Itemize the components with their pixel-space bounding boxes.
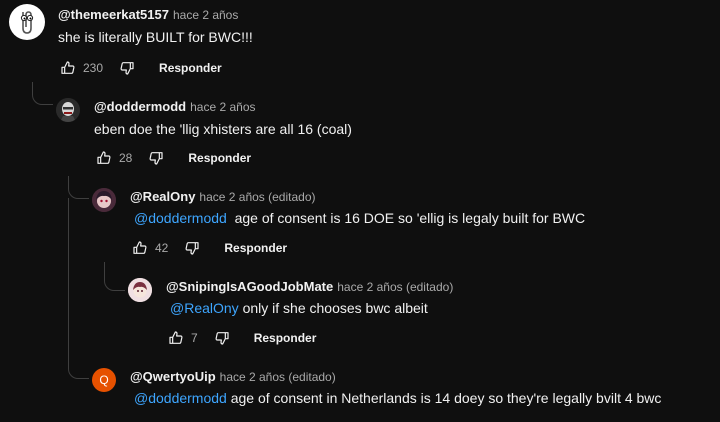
comment-author[interactable]: @doddermodd hace 2 años <box>94 99 256 114</box>
comment-reply: @doddermodd hace 2 años eben doe the 'lli… <box>0 92 720 182</box>
avatar[interactable]: Q <box>92 368 116 392</box>
thumbs-down-icon <box>120 62 134 75</box>
comment-text: @RealOny only if she chooses bwc albeit <box>170 300 428 316</box>
comment-timestamp[interactable]: hace 2 años (editado) <box>337 280 453 294</box>
reply-button[interactable]: Responder <box>254 331 317 345</box>
comment-timestamp[interactable]: hace 2 años (editado) <box>199 190 315 204</box>
comment-author[interactable]: @themeerkat5157 hace 2 años <box>58 7 238 22</box>
avatar[interactable] <box>56 98 80 122</box>
author-handle[interactable]: @themeerkat5157 <box>58 7 169 22</box>
comment-actions: 7 Responder <box>166 328 316 348</box>
comment-author[interactable]: @SnipingIsAGoodJobMate hace 2 años (edita… <box>166 279 453 294</box>
comment-body: only if she chooses bwc albeit <box>242 300 428 316</box>
author-handle[interactable]: @SnipingIsAGoodJobMate <box>166 279 333 294</box>
mention-link[interactable]: @doddermodd <box>134 210 227 226</box>
reply-button[interactable]: Responder <box>188 151 251 165</box>
comment-text: @doddermodd age of consent is 16 DOE so … <box>134 210 585 226</box>
avatar[interactable] <box>92 188 116 212</box>
reply-button[interactable]: Responder <box>224 241 287 255</box>
avatar[interactable] <box>9 4 45 40</box>
comment-actions: 230 Responder <box>58 58 222 78</box>
thumbs-up-icon <box>169 331 183 344</box>
dislike-button[interactable] <box>182 238 202 258</box>
comment-body: age of consent in Netherlands is 14 doey… <box>230 390 662 406</box>
dislike-button[interactable] <box>146 148 166 168</box>
comment-author[interactable]: @QwertyoUip hace 2 años (editado) <box>130 369 336 384</box>
like-button[interactable] <box>94 148 114 168</box>
comment-body: age of consent is 16 DOE so 'ellig is le… <box>234 210 586 226</box>
mention-link[interactable]: @doddermodd <box>134 390 227 406</box>
thumbs-down-icon <box>149 152 163 165</box>
like-count: 42 <box>155 241 169 255</box>
like-count: 7 <box>191 331 198 345</box>
comment-timestamp[interactable]: hace 2 años <box>173 8 238 22</box>
thumbs-up-icon <box>133 241 147 254</box>
avatar-letter: Q <box>99 373 109 387</box>
author-handle[interactable]: @RealOny <box>130 189 195 204</box>
comment-reply: Q @QwertyoUip hace 2 años (editado) @dodd… <box>0 362 720 422</box>
like-button[interactable] <box>130 238 150 258</box>
comment-author[interactable]: @RealOny hace 2 años (editado) <box>130 189 316 204</box>
reply-button[interactable]: Responder <box>159 61 222 75</box>
paperclip-icon <box>20 11 34 34</box>
thumbs-up-icon <box>61 61 75 74</box>
comment-text: eben doe the 'llig xhisters are all 16 (… <box>94 121 352 137</box>
comment-timestamp[interactable]: hace 2 años <box>190 100 255 114</box>
comment-reply: @SnipingIsAGoodJobMate hace 2 años (edita… <box>0 272 720 362</box>
thumbs-down-icon <box>185 242 199 255</box>
avatar[interactable] <box>128 278 152 302</box>
author-handle[interactable]: @QwertyoUip <box>130 369 216 384</box>
masked-figure-icon <box>56 98 80 122</box>
like-button[interactable] <box>166 328 186 348</box>
comment-actions: 42 Responder <box>130 238 287 258</box>
thumbs-up-icon <box>97 151 111 164</box>
dislike-button[interactable] <box>212 328 232 348</box>
comment-text: @doddermodd age of consent in Netherland… <box>134 390 661 406</box>
anime-avatar-icon <box>92 188 116 212</box>
like-count: 230 <box>83 61 104 75</box>
dislike-button[interactable] <box>117 58 137 78</box>
comment: @themeerkat5157 hace 2 años she is litera… <box>0 0 720 90</box>
comment-actions: 28 Responder <box>94 148 251 168</box>
like-count: 28 <box>119 151 133 165</box>
like-button[interactable] <box>58 58 78 78</box>
thumbs-down-icon <box>215 332 229 345</box>
comment-reply: @RealOny hace 2 años (editado) @doddermod… <box>0 182 720 272</box>
mention-link[interactable]: @RealOny <box>170 300 239 316</box>
comment-text: she is literally BUILT for BWC!!! <box>58 29 253 45</box>
author-handle[interactable]: @doddermodd <box>94 99 186 114</box>
anime-avatar-icon <box>128 278 152 302</box>
comment-timestamp[interactable]: hace 2 años (editado) <box>220 370 336 384</box>
